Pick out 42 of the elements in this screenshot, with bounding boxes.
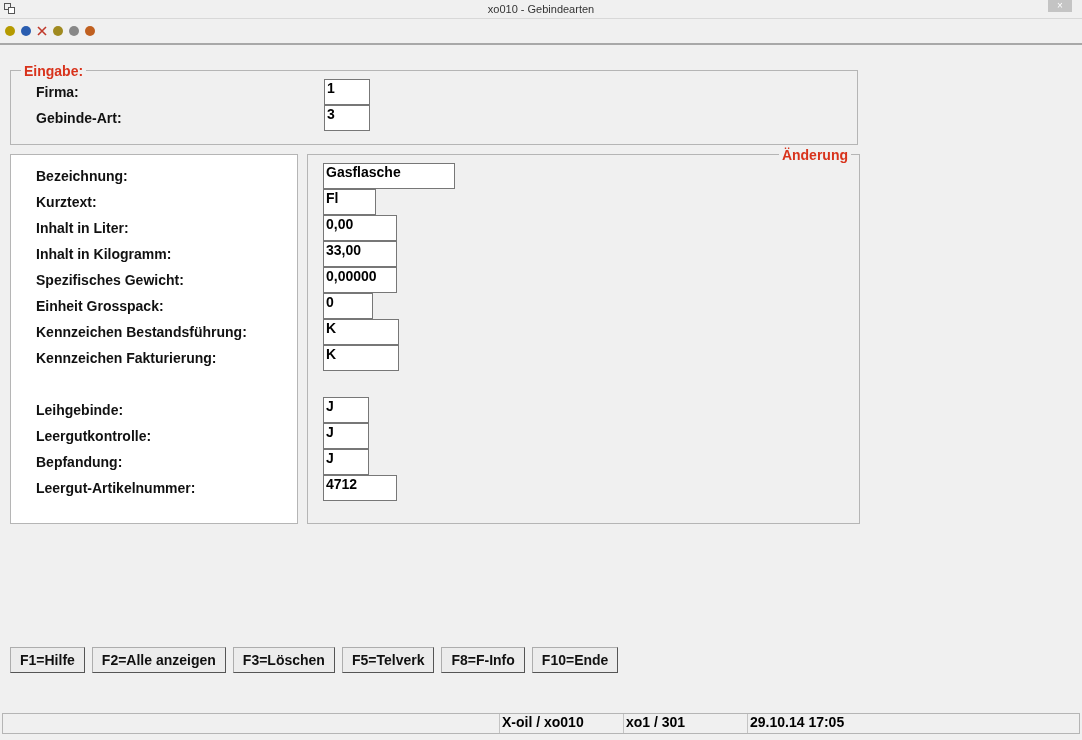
field-label: Leihgebinde: [35, 402, 125, 418]
function-key-button[interactable]: F3=Löschen [232, 647, 335, 673]
field-label: Kurztext: [35, 194, 98, 210]
input-field[interactable]: J [323, 397, 369, 423]
input-field[interactable]: 0,00000 [323, 267, 397, 293]
field-label: Kennzeichen Fakturierung: [35, 350, 218, 366]
field-label: Gebinde-Art: [35, 110, 123, 126]
input-field[interactable]: 0,00 [323, 215, 397, 241]
input-field[interactable]: 33,00 [323, 241, 397, 267]
delete-icon[interactable] [36, 25, 48, 37]
status-text: xo1 / 301 [623, 714, 747, 733]
window-title: xo010 - Gebindearten [487, 3, 595, 15]
function-key-button[interactable]: F1=Hilfe [10, 647, 85, 673]
input-field[interactable]: Gasflasche [323, 163, 455, 189]
input-field[interactable]: 1 [324, 79, 370, 105]
field-label: Leergutkontrolle: [35, 428, 153, 444]
function-key-button[interactable]: F8=F-Info [441, 647, 525, 673]
input-field[interactable]: 3 [324, 105, 370, 131]
input-field[interactable]: K [323, 319, 399, 345]
field-label: Leergut-Artikelnummer: [35, 480, 197, 496]
status-text: 29.10.14 17:05 [747, 714, 947, 733]
function-key-button[interactable]: F10=Ende [531, 647, 619, 673]
input-field[interactable]: J [323, 423, 369, 449]
field-label: Bezeichnung: [35, 168, 129, 184]
section-title: Änderung [778, 147, 851, 163]
field-label: Inhalt in Kilogramm: [35, 246, 173, 262]
field-label: Spezifisches Gewicht: [35, 272, 185, 288]
field-label: Firma: [35, 84, 80, 100]
window-icon [4, 3, 15, 14]
field-label: Inhalt in Liter: [35, 220, 130, 236]
input-field[interactable]: 0 [323, 293, 373, 319]
field-label: Kennzeichen Bestandsführung: [35, 324, 248, 340]
function-key-button[interactable]: F2=Alle anzeigen [91, 647, 226, 673]
field-label: Bepfandung: [35, 454, 124, 470]
section-title: Eingabe: [21, 63, 87, 79]
input-field[interactable]: Fl [323, 189, 376, 215]
function-key-button[interactable]: F5=Telverk [341, 647, 435, 673]
input-field[interactable]: J [323, 449, 369, 475]
field-label: Einheit Grosspack: [35, 298, 165, 314]
input-field[interactable]: 4712 [323, 475, 397, 501]
input-field[interactable]: K [323, 345, 399, 371]
status-text: X-oil / xo010 [499, 714, 623, 733]
